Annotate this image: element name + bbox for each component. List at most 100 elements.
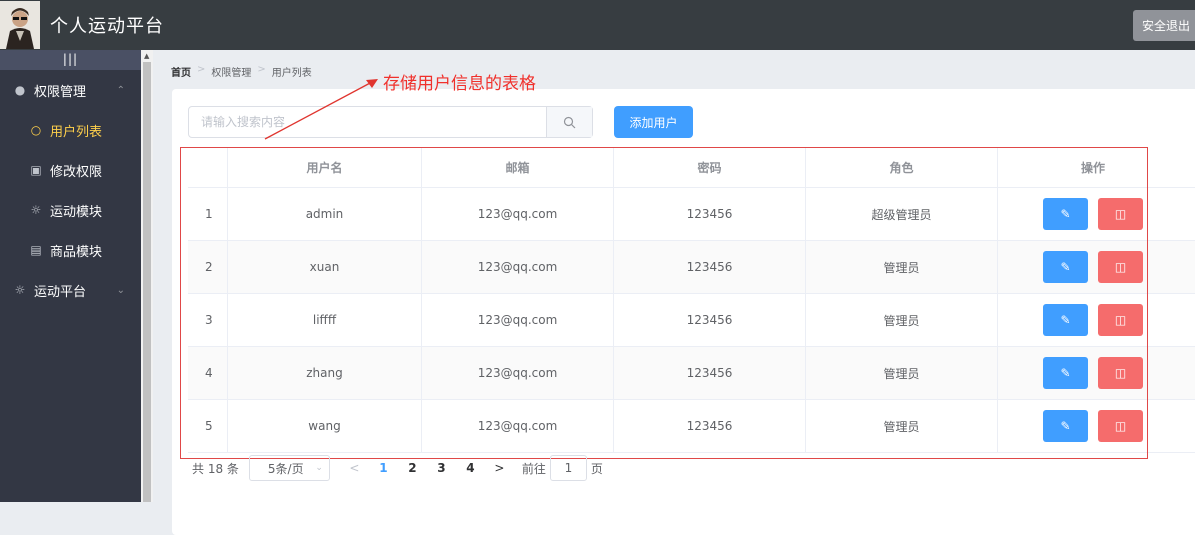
top-header: 个人运动平台 安全退出: [0, 0, 1195, 50]
page-1-button[interactable]: 1: [369, 461, 398, 475]
row-index: 5: [188, 400, 228, 452]
row-actions: ✎ ◫: [998, 241, 1188, 293]
row-role: 管理员: [806, 347, 998, 399]
row-email: 123@qq.com: [422, 241, 614, 293]
row-password: 123456: [614, 241, 806, 293]
edit-icon: ✎: [1060, 366, 1071, 380]
avatar: [0, 1, 40, 49]
row-email: 123@qq.com: [422, 347, 614, 399]
table-row: 5 wang 123@qq.com 123456 管理员 ✎ ◫: [188, 400, 1195, 453]
user-table: 用户名 邮箱 密码 角色 操作 1 admin 123@qq.com 12345…: [188, 148, 1195, 453]
trash-icon: ◫: [1114, 366, 1127, 380]
page-3-button[interactable]: 3: [427, 461, 456, 475]
goto-suffix: 页: [590, 461, 603, 476]
delete-button[interactable]: ◫: [1098, 198, 1143, 230]
edit-button[interactable]: ✎: [1043, 304, 1088, 336]
row-password: 123456: [614, 400, 806, 452]
sidebar-item-user-list[interactable]: ○ 用户列表: [0, 110, 141, 150]
sidebar-item-goods-module[interactable]: ▤ 商品模块: [0, 230, 141, 270]
chevron-down-icon: ⌄: [116, 284, 125, 296]
delete-button[interactable]: ◫: [1098, 410, 1143, 442]
page-4-button[interactable]: 4: [456, 461, 485, 475]
row-role: 管理员: [806, 400, 998, 452]
row-role: 管理员: [806, 294, 998, 346]
edit-icon: ✎: [1060, 260, 1071, 274]
scroll-up-icon[interactable]: ▲: [144, 52, 149, 60]
delete-button[interactable]: ◫: [1098, 304, 1143, 336]
sidebar-item-modify-permissions[interactable]: ▣ 修改权限: [0, 150, 141, 190]
table-row: 2 xuan 123@qq.com 123456 管理员 ✎ ◫: [188, 241, 1195, 294]
scrollbar[interactable]: ▲: [141, 50, 153, 502]
sidebar-item-sports-module[interactable]: ☼ 运动模块: [0, 190, 141, 230]
page-jumper: 前往 1 页: [522, 455, 603, 481]
column-header-username: 用户名: [228, 148, 422, 187]
table-header-row: 用户名 邮箱 密码 角色 操作: [188, 148, 1195, 188]
breadcrumb-level1: 权限管理: [211, 68, 252, 79]
goto-page-input[interactable]: 1: [549, 455, 587, 481]
goto-prefix: 前往: [521, 461, 546, 476]
trash-icon: ◫: [1114, 313, 1127, 327]
row-username: zhang: [228, 347, 422, 399]
scrollbar-thumb[interactable]: [143, 62, 151, 502]
add-user-button[interactable]: 添加用户: [614, 106, 693, 138]
column-header-email: 邮箱: [422, 148, 614, 187]
search-icon: [563, 116, 576, 128]
annotation-arrow: [264, 79, 378, 140]
edit-button[interactable]: ✎: [1043, 357, 1088, 389]
row-username: wang: [228, 400, 422, 452]
row-username: admin: [228, 188, 422, 240]
page-size-value: 5条/页: [267, 461, 304, 476]
annotation-label: 存储用户信息的表格: [383, 74, 536, 94]
bag-icon: ▤: [30, 243, 42, 257]
row-email: 123@qq.com: [422, 294, 614, 346]
row-password: 123456: [614, 347, 806, 399]
pagination-total: 共 18 条: [192, 461, 239, 476]
edit-button[interactable]: ✎: [1043, 410, 1088, 442]
page-size-select[interactable]: 5条/页 ⌄: [248, 455, 330, 481]
row-password: 123456: [614, 294, 806, 346]
row-index: 1: [188, 188, 228, 240]
lock-icon: ▣: [30, 163, 42, 177]
row-index: 4: [188, 347, 228, 399]
sidebar-item-label: 修改权限: [50, 164, 103, 180]
delete-button[interactable]: ◫: [1098, 251, 1143, 283]
sun-icon: ☼: [14, 283, 26, 297]
row-index: 2: [188, 241, 228, 293]
breadcrumb-home[interactable]: 首页: [171, 64, 191, 79]
next-page-button[interactable]: >: [485, 461, 514, 475]
column-header-index: [188, 148, 228, 187]
user-icon: ●: [14, 83, 26, 97]
breadcrumb-separator: >: [197, 64, 206, 75]
logout-button[interactable]: 安全退出: [1133, 10, 1195, 41]
table-row: 3 liffff 123@qq.com 123456 管理员 ✎ ◫: [188, 294, 1195, 347]
row-email: 123@qq.com: [422, 188, 614, 240]
sidebar-item-label: 商品模块: [50, 244, 103, 260]
row-actions: ✎ ◫: [998, 400, 1188, 452]
sidebar-item-permission-management[interactable]: ● 权限管理 ⌃: [0, 70, 141, 110]
row-actions: ✎ ◫: [998, 347, 1188, 399]
sidebar-toggle-button[interactable]: |||: [0, 50, 141, 70]
sidebar-item-label: 权限管理: [34, 84, 87, 100]
chevron-up-icon: ⌃: [116, 84, 125, 96]
edit-button[interactable]: ✎: [1043, 198, 1088, 230]
row-role: 超级管理员: [806, 188, 998, 240]
table-row: 1 admin 123@qq.com 123456 超级管理员 ✎ ◫: [188, 188, 1195, 241]
sidebar-item-label: 用户列表: [50, 124, 103, 140]
trash-icon: ◫: [1114, 207, 1127, 221]
search-box: 请输入搜索内容: [188, 106, 593, 138]
row-index: 3: [188, 294, 228, 346]
edit-button[interactable]: ✎: [1043, 251, 1088, 283]
sidebar-item-sports-platform[interactable]: ☼ 运动平台 ⌄: [0, 270, 141, 310]
app-title: 个人运动平台: [50, 16, 164, 37]
prev-page-button[interactable]: <: [340, 461, 369, 475]
column-header-role: 角色: [806, 148, 998, 187]
row-actions: ✎ ◫: [998, 294, 1188, 346]
page-2-button[interactable]: 2: [398, 461, 427, 475]
row-actions: ✎ ◫: [998, 188, 1188, 240]
sidebar-item-label: 运动模块: [50, 204, 103, 220]
row-username: liffff: [228, 294, 422, 346]
pagination: 共 18 条 5条/页 ⌄ < 1 2 3 4 > 前往 1 页: [192, 455, 603, 481]
edit-icon: ✎: [1060, 419, 1071, 433]
delete-button[interactable]: ◫: [1098, 357, 1143, 389]
search-button[interactable]: [546, 107, 592, 137]
